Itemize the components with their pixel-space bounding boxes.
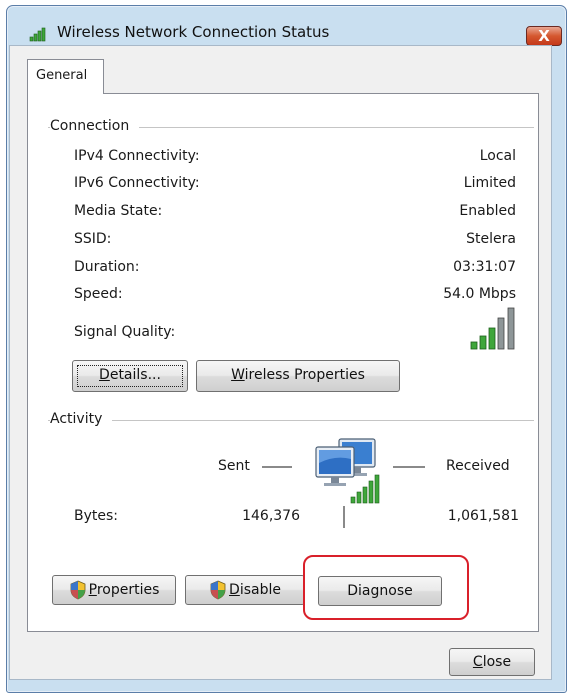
details-button[interactable]: Details...	[72, 360, 188, 392]
duration-value: 03:31:07	[453, 259, 516, 275]
ipv6-value: Limited	[463, 175, 516, 191]
signal-bar	[507, 307, 515, 350]
signal-bar	[479, 335, 487, 350]
close-button[interactable]: Close	[449, 648, 535, 676]
properties-button[interactable]: Properties	[52, 575, 176, 605]
window-title: Wireless Network Connection Status	[57, 23, 330, 41]
focus-ring	[77, 365, 183, 387]
media-state-value: Enabled	[459, 203, 516, 219]
speed-value: 54.0 Mbps	[443, 286, 516, 302]
received-connector-line	[393, 466, 425, 468]
ipv4-label: IPv4 Connectivity:	[74, 148, 200, 164]
network-computers-icon	[315, 438, 380, 504]
sent-connector-line	[262, 466, 292, 468]
signal-bar	[497, 317, 505, 350]
ipv4-value: Local	[479, 148, 516, 164]
ssid-value: Stelera	[466, 231, 516, 247]
activity-divider	[48, 420, 534, 421]
highlight-annotation	[303, 555, 469, 620]
ssid-label: SSID:	[74, 231, 112, 247]
duration-label: Duration:	[74, 259, 140, 275]
activity-heading: Activity	[50, 411, 113, 427]
wireless-properties-button[interactable]: Wireless Properties	[196, 360, 400, 392]
sent-label: Sent	[218, 458, 250, 474]
signal-bar	[488, 327, 496, 350]
speed-label: Speed:	[74, 286, 123, 302]
bytes-label: Bytes:	[74, 508, 119, 524]
close-window-button[interactable]: X	[526, 26, 562, 46]
ipv6-label: IPv6 Connectivity:	[74, 175, 200, 191]
disable-button[interactable]: Disable	[185, 575, 305, 605]
wireless-signal-icon	[29, 27, 46, 42]
uac-shield-icon	[210, 580, 226, 600]
received-label: Received	[446, 458, 510, 474]
uac-shield-icon	[70, 580, 86, 600]
tab-general[interactable]: General	[27, 59, 104, 94]
activity-separator	[343, 506, 345, 528]
signal-quality-label: Signal Quality:	[74, 324, 176, 340]
bytes-sent-value: 146,376	[242, 508, 300, 524]
connection-heading: Connection	[50, 118, 140, 134]
bytes-received-value: 1,061,581	[447, 508, 519, 524]
media-state-label: Media State:	[74, 203, 163, 219]
signal-bar	[470, 341, 478, 350]
signal-strength-icon	[470, 307, 515, 350]
